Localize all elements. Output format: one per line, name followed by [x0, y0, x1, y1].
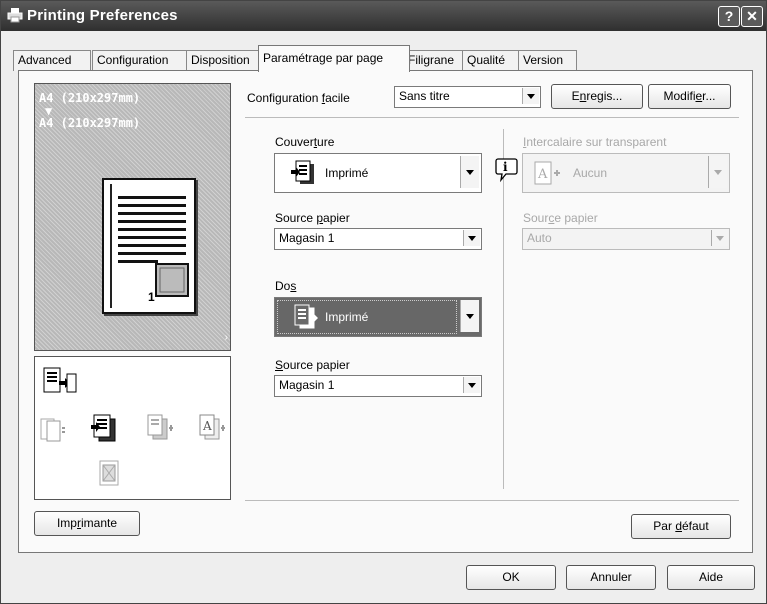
restore-default-button[interactable]: Par défaut — [631, 514, 731, 539]
stamp-icon[interactable] — [97, 459, 121, 487]
back-source-select[interactable]: Magasin 1 — [274, 375, 482, 397]
interleave-source-label: Source papier — [523, 211, 598, 225]
modify-button[interactable]: Modifier... — [648, 84, 731, 109]
cover-label: Couverture — [275, 135, 335, 149]
interleave-label: Intercalaire sur transparent — [523, 135, 667, 149]
printer-with-sheets-icon — [43, 367, 77, 393]
help-button[interactable]: Aide — [667, 565, 755, 590]
tab-configuration[interactable]: Configuration — [92, 50, 188, 71]
tab-parametrage-par-page[interactable]: Paramétrage par page — [258, 45, 410, 72]
chevron-down-icon[interactable] — [522, 88, 539, 104]
tab-version[interactable]: Version — [518, 50, 577, 71]
svg-text:i: i — [503, 160, 508, 174]
svg-text:A: A — [202, 419, 212, 433]
printer-button[interactable]: Imprimante — [34, 511, 140, 536]
page-preview: A4 (210x297mm) ▼ A4 (210x297mm) 1 › — [34, 83, 231, 351]
transparency-icon[interactable]: A — [197, 413, 227, 443]
tab-advanced[interactable]: Advanced — [13, 50, 91, 71]
tab-filigrane[interactable]: Filigrane — [403, 50, 467, 71]
printed-sheet-icon — [291, 160, 314, 184]
bottom-separator — [245, 500, 739, 501]
back-select[interactable]: Imprimé — [274, 297, 482, 337]
tab-disposition[interactable]: Disposition — [186, 50, 266, 71]
back-source-label: Source papier — [275, 358, 350, 372]
interleave-select[interactable]: A Aucun — [522, 153, 730, 193]
chevron-down-icon[interactable] — [708, 156, 727, 188]
ok-button[interactable]: OK — [466, 565, 556, 590]
chevron-down-icon[interactable] — [460, 300, 479, 332]
back-label: Dos — [275, 279, 297, 293]
chevron-down-icon[interactable] — [463, 230, 480, 246]
printer-icon — [7, 8, 23, 23]
printed-sheet-icon[interactable] — [91, 413, 121, 443]
separator — [245, 117, 739, 118]
quick-setup-label: Configuration facile — [247, 91, 350, 105]
close-title-button[interactable]: ✕ — [741, 6, 763, 27]
tab-panel: A4 (210x297mm) ▼ A4 (210x297mm) 1 › A Im… — [18, 70, 753, 553]
svg-text:A: A — [537, 167, 548, 182]
preview-page: 1 — [102, 178, 196, 314]
chevron-down-icon[interactable] — [460, 156, 479, 188]
cover-source-label: Source papier — [275, 211, 350, 225]
sheet-insert-icon[interactable] — [145, 413, 175, 443]
cancel-button[interactable]: Annuler — [566, 565, 656, 590]
save-button[interactable]: Enregis... — [551, 84, 643, 109]
chevron-down-icon[interactable] — [463, 377, 480, 393]
column-divider — [503, 129, 504, 489]
printing-preferences-window: Printing Preferences ? ✕ Advanced Config… — [0, 0, 767, 604]
interleave-source-select[interactable]: Auto — [522, 228, 730, 250]
blank-sheet-icon[interactable] — [39, 415, 67, 443]
transparency-icon: A — [534, 161, 560, 185]
chevron-down-icon[interactable] — [711, 230, 728, 246]
preview-more-icon: › — [224, 332, 228, 343]
help-title-button[interactable]: ? — [718, 6, 740, 27]
tab-qualite[interactable]: Qualité — [462, 50, 523, 71]
window-title: Printing Preferences — [27, 7, 178, 24]
cover-select[interactable]: Imprimé — [274, 153, 482, 193]
title-bar: Printing Preferences ? ✕ — [1, 1, 766, 31]
preview-output-size: A4 (210x297mm) — [39, 116, 141, 130]
printed-sheet-icon — [294, 304, 318, 329]
info-icon[interactable]: i — [495, 157, 519, 183]
cover-source-select[interactable]: Magasin 1 — [274, 228, 482, 250]
function-icons-panel: A — [34, 356, 231, 500]
preview-original-size: A4 (210x297mm) — [39, 91, 141, 105]
preview-page-number: 1 — [148, 290, 155, 304]
quick-setup-select[interactable]: Sans titre — [394, 86, 541, 108]
